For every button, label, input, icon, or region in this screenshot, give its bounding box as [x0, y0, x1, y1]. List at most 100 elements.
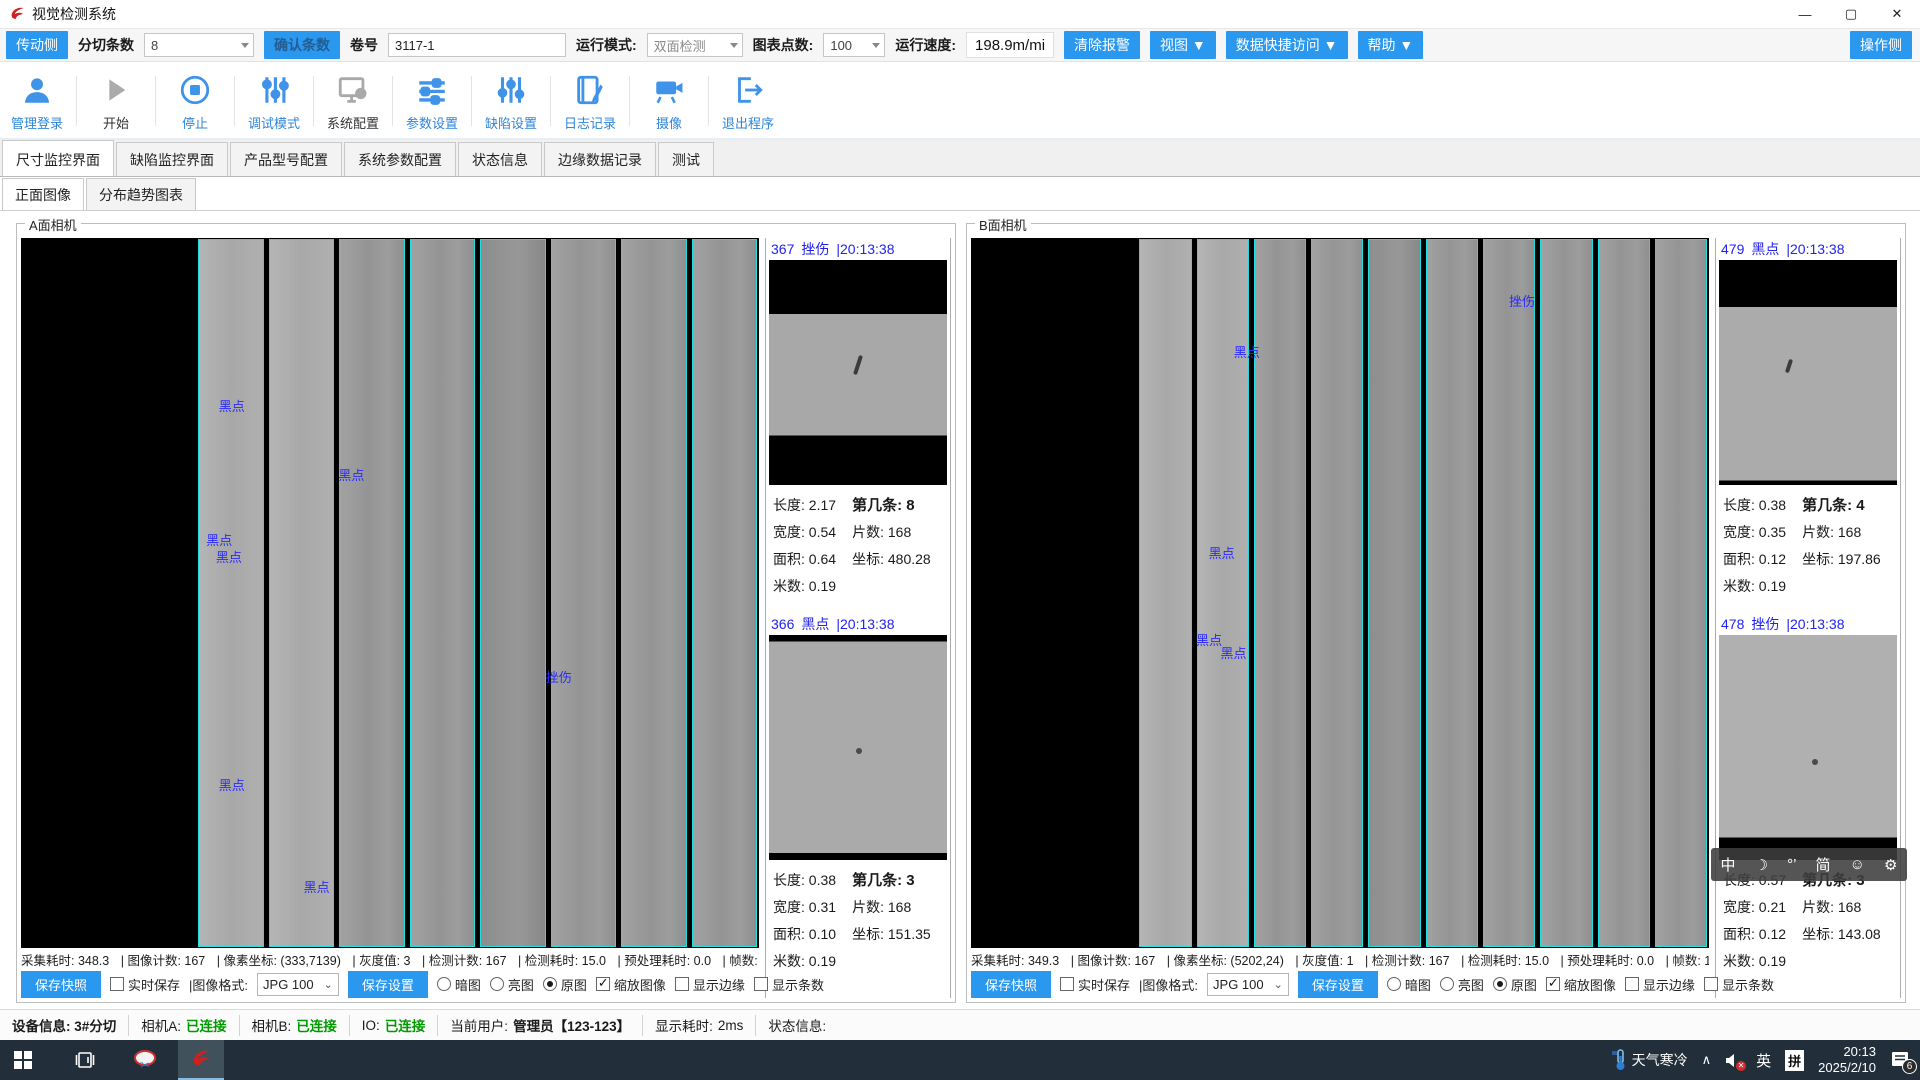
- stat-piece-count: 片数: 168: [1802, 522, 1895, 542]
- admin-login-button[interactable]: 管理登录: [4, 66, 70, 138]
- tab-system-param-config[interactable]: 系统参数配置: [344, 142, 456, 176]
- defect-card-header: 366 黑点 |20:13:38: [769, 613, 947, 635]
- minimize-button[interactable]: —: [1782, 0, 1828, 28]
- stat-piece-count: 片数: 168: [852, 897, 945, 917]
- gear-icon[interactable]: ⚙: [1884, 856, 1897, 874]
- save-settings-button[interactable]: 保存设置: [1298, 971, 1378, 998]
- dark-image-radio[interactable]: [437, 977, 451, 991]
- moon-icon[interactable]: ☽: [1755, 856, 1768, 874]
- param-settings-button[interactable]: 参数设置: [399, 66, 465, 138]
- stat-strip-no: 第几条: 3: [852, 869, 945, 890]
- chart-points-label: 图表点数:: [753, 35, 814, 55]
- defect-card-header: 367 挫伤 |20:13:38: [769, 238, 947, 260]
- slit-count-select[interactable]: 8: [144, 33, 254, 57]
- chart-points-select[interactable]: 100: [823, 33, 885, 57]
- volume-muted-button[interactable]: ✕: [1725, 1053, 1742, 1068]
- current-user-value: 管理员【123-123】: [513, 1015, 630, 1035]
- show-strip-count-checkbox[interactable]: [754, 977, 768, 991]
- view-menu-button[interactable]: 视图 ▼: [1150, 31, 1216, 59]
- roll-number-input[interactable]: [388, 33, 566, 57]
- maximize-button[interactable]: ▢: [1828, 0, 1874, 28]
- taskbar-clock[interactable]: 20:13 2025/2/10: [1818, 1044, 1876, 1077]
- tab-size-monitor[interactable]: 尺寸监控界面: [2, 140, 114, 176]
- realtime-save-checkbox[interactable]: [1060, 977, 1074, 991]
- icon-label: 日志记录: [564, 113, 616, 132]
- show-edge-checkbox[interactable]: [675, 977, 689, 991]
- debug-mode-button[interactable]: 调试模式: [241, 66, 307, 138]
- sub-tab-bar: 正面图像 分布趋势图表: [0, 177, 1920, 211]
- zoom-image-checkbox[interactable]: [1546, 977, 1560, 991]
- original-image-radio[interactable]: [543, 977, 557, 991]
- defect-card[interactable]: 366 黑点 |20:13:38 长度: 0.38第几条: 3 宽度: 0.31…: [769, 613, 947, 974]
- bright-image-radio[interactable]: [490, 977, 504, 991]
- defect-settings-button[interactable]: 缺陷设置: [478, 66, 544, 138]
- ime-simplified[interactable]: 简: [1816, 854, 1831, 875]
- log-record-button[interactable]: 日志记录: [557, 66, 623, 138]
- defect-card[interactable]: 367 挫伤 |20:13:38 长度: 2.17第几条: 8 宽度: 0.54…: [769, 238, 947, 599]
- vision-app-taskbar-button[interactable]: [178, 1040, 224, 1080]
- tab-product-model-config[interactable]: 产品型号配置: [230, 142, 342, 176]
- image-format-select[interactable]: JPG 100⌄: [257, 973, 339, 996]
- snapshot-button[interactable]: 保存快照: [971, 971, 1051, 998]
- emoji-icon[interactable]: ☺: [1850, 856, 1865, 873]
- debug-mode-icon: [257, 70, 291, 110]
- chevron-down-icon: [241, 43, 249, 48]
- help-menu-button[interactable]: 帮助 ▼: [1358, 31, 1424, 59]
- snapshot-button[interactable]: 保存快照: [21, 971, 101, 998]
- tab-test[interactable]: 测试: [658, 142, 714, 176]
- ime-pinyin-indicator[interactable]: 拼: [1785, 1050, 1804, 1071]
- app-window: 视觉检测系统 — ▢ ✕ 传动侧 分切条数 8 确认条数 卷号 运行模式: 双面…: [0, 0, 1920, 1080]
- task-view-button[interactable]: [62, 1040, 108, 1080]
- capture-button[interactable]: 摄像: [636, 66, 702, 138]
- realtime-save-checkbox[interactable]: [110, 977, 124, 991]
- stop-button[interactable]: 停止: [162, 66, 228, 138]
- tray-expand-button[interactable]: ∧: [1702, 1052, 1712, 1068]
- tab-edge-data-record[interactable]: 边缘数据记录: [544, 142, 656, 176]
- dark-image-radio[interactable]: [1387, 977, 1401, 991]
- chevron-down-icon: [730, 43, 738, 48]
- start-button[interactable]: [0, 1040, 46, 1080]
- stat-coordinate: 坐标: 197.86: [1802, 549, 1895, 569]
- exit-program-button[interactable]: 退出程序: [715, 66, 781, 138]
- show-edge-checkbox[interactable]: [1625, 977, 1639, 991]
- defect-card[interactable]: 478 挫伤 |20:13:38 长度: 0.57第几条: 3 宽度: 0.21…: [1719, 613, 1897, 974]
- svg-text:✂: ✂: [140, 1058, 150, 1072]
- stat-coordinate: 坐标: 480.28: [852, 549, 945, 569]
- run-mode-select[interactable]: 双面检测: [647, 33, 743, 57]
- zoom-image-checkbox[interactable]: [596, 977, 610, 991]
- show-strip-count-checkbox[interactable]: [1704, 977, 1718, 991]
- icon-toolbar: 管理登录 开始 停止 调试模式 系统配置: [0, 62, 1920, 140]
- ime-mode-chinese[interactable]: 中: [1721, 854, 1736, 875]
- stat-meter: 米数: 0.19: [1723, 951, 1802, 971]
- run-mode-label: 运行模式:: [576, 35, 637, 55]
- subtab-trend-chart[interactable]: 分布趋势图表: [86, 178, 196, 210]
- camera-a-status-label: 相机A:: [141, 1015, 181, 1035]
- clear-alarm-button[interactable]: 清除报警: [1064, 31, 1140, 59]
- user-icon: [20, 70, 54, 110]
- language-indicator[interactable]: 英: [1756, 1050, 1771, 1071]
- snipping-tool-button[interactable]: ✂: [122, 1040, 168, 1080]
- tab-defect-monitor[interactable]: 缺陷监控界面: [116, 142, 228, 176]
- drive-side-button[interactable]: 传动侧: [6, 31, 68, 59]
- defect-card[interactable]: 479 黑点 |20:13:38 长度: 0.38第几条: 4 宽度: 0.35…: [1719, 238, 1897, 599]
- system-config-button[interactable]: 系统配置: [320, 66, 386, 138]
- confirm-count-button[interactable]: 确认条数: [264, 31, 340, 59]
- save-settings-button[interactable]: 保存设置: [348, 971, 428, 998]
- bright-image-radio[interactable]: [1440, 977, 1454, 991]
- subtab-front-image[interactable]: 正面图像: [2, 178, 84, 210]
- titlebar: 视觉检测系统 — ▢ ✕: [0, 0, 1920, 28]
- close-button[interactable]: ✕: [1874, 0, 1920, 28]
- original-image-radio[interactable]: [1493, 977, 1507, 991]
- dark-image-label: 暗图: [455, 975, 481, 994]
- image-format-select[interactable]: JPG 100⌄: [1207, 973, 1289, 996]
- data-quick-access-button[interactable]: 数据快捷访问 ▼: [1226, 31, 1348, 59]
- punctuation-icon[interactable]: °’: [1787, 856, 1796, 873]
- notification-center-button[interactable]: 6: [1890, 1051, 1910, 1069]
- defect-id: 366: [771, 616, 794, 632]
- content-area: 正面图像 分布趋势图表 A面相机 黑点黑点黑点黑点挫伤黑点黑点 采集耗时: 34…: [0, 176, 1920, 1009]
- operate-side-button[interactable]: 操作侧: [1850, 31, 1912, 59]
- weather-item[interactable]: 天气寒冷: [1612, 1049, 1688, 1071]
- defect-label: 挫伤: [546, 667, 572, 686]
- start-button[interactable]: 开始: [83, 66, 149, 138]
- tab-status-info[interactable]: 状态信息: [458, 142, 542, 176]
